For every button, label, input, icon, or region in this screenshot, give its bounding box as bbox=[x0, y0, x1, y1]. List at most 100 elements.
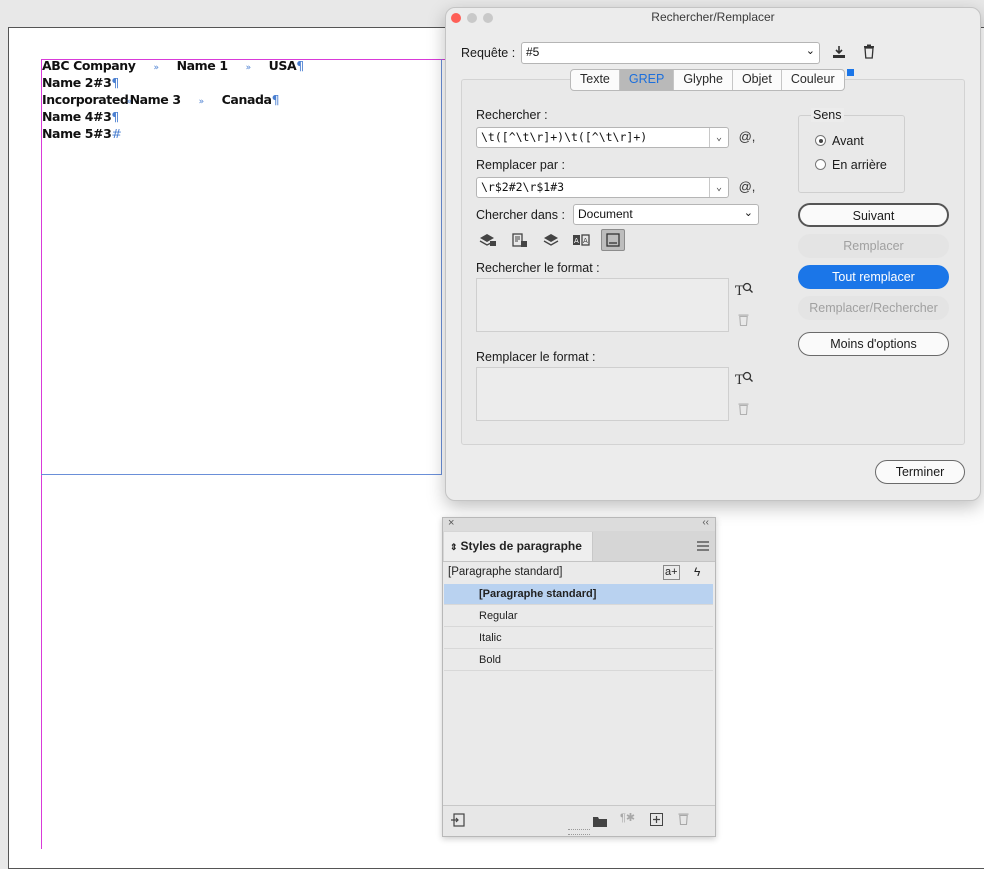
query-value: #5 bbox=[526, 45, 540, 59]
query-label: Requête : bbox=[461, 46, 516, 60]
doc-line-3[interactable]: Incorporated»Name 3 » Canada¶ bbox=[42, 92, 280, 109]
doc-cell: USA bbox=[268, 58, 297, 73]
search-mode-tabs: Texte GREP Glyphe Objet Couleur bbox=[570, 69, 845, 91]
new-style-icon[interactable] bbox=[650, 813, 663, 831]
doc-line-1[interactable]: ABC Company » Name 1 » USA¶ bbox=[42, 58, 304, 75]
specify-replace-format-icon[interactable]: T bbox=[735, 370, 753, 389]
panel-header[interactable]: × ‹‹ bbox=[443, 517, 715, 532]
style-item[interactable]: Regular bbox=[444, 606, 713, 627]
replace-field[interactable]: \r$2#2\r$1#3 ⌄ bbox=[476, 177, 729, 198]
special-characters-icon[interactable]: @, bbox=[737, 130, 757, 144]
tab-marker: » bbox=[245, 63, 252, 73]
search-in-select[interactable]: Document ⌄ bbox=[573, 204, 759, 225]
doc-cell: Name 5#3 bbox=[42, 126, 112, 141]
replace-find-button[interactable]: Remplacer/Rechercher bbox=[798, 296, 949, 320]
doc-line-5[interactable]: Name 5#3# bbox=[42, 126, 122, 143]
include-footnotes-icon[interactable] bbox=[601, 229, 625, 251]
svg-text:A: A bbox=[574, 237, 579, 245]
direction-label: Sens bbox=[811, 108, 844, 122]
search-in-label: Chercher dans : bbox=[476, 208, 565, 222]
tab-couleur[interactable]: Couleur bbox=[782, 70, 844, 90]
dialog-title: Rechercher/Remplacer bbox=[651, 10, 775, 24]
query-select[interactable]: #5 ⌄ bbox=[521, 42, 820, 64]
dialog-titlebar[interactable]: Rechercher/Remplacer bbox=[446, 8, 980, 28]
quick-apply-icon[interactable]: ϟ bbox=[694, 561, 700, 583]
save-query-icon[interactable] bbox=[831, 44, 847, 63]
close-icon[interactable]: × bbox=[448, 517, 454, 529]
doc-cell: Name 4#3 bbox=[42, 109, 112, 124]
tab-texte[interactable]: Texte bbox=[571, 70, 620, 90]
replace-label: Remplacer par : bbox=[476, 158, 565, 172]
folder-icon[interactable] bbox=[593, 814, 607, 832]
include-locked-stories-icon[interactable] bbox=[510, 231, 530, 249]
find-next-button[interactable]: Suivant bbox=[798, 203, 949, 227]
find-value: \t([^\t\r]+)\t([^\t\r]+) bbox=[481, 130, 648, 144]
backward-label: En arrière bbox=[832, 158, 887, 172]
doc-line-2[interactable]: Name 2#3¶ bbox=[42, 75, 119, 92]
include-master-pages-icon[interactable]: AA bbox=[571, 231, 591, 249]
doc-cell: Name 2#3 bbox=[42, 75, 112, 90]
clear-find-format-icon[interactable] bbox=[737, 313, 749, 329]
tab-objet[interactable]: Objet bbox=[733, 70, 782, 90]
fewer-options-button[interactable]: Moins d'options bbox=[798, 332, 949, 356]
style-item[interactable]: Italic bbox=[444, 628, 713, 649]
direction-group bbox=[798, 115, 905, 193]
panel-resize-marker bbox=[847, 69, 854, 76]
tab-grep[interactable]: GREP bbox=[619, 70, 675, 90]
doc-cell: Incorporated bbox=[42, 92, 129, 107]
doc-line-4[interactable]: Name 4#3¶ bbox=[42, 109, 119, 126]
load-styles-icon[interactable] bbox=[451, 813, 465, 832]
forward-radio[interactable] bbox=[815, 135, 826, 146]
tab-glyphe[interactable]: Glyphe bbox=[674, 70, 733, 90]
collapse-icon[interactable]: ‹‹ bbox=[702, 517, 709, 528]
current-style-label: [Paragraphe standard] bbox=[448, 566, 563, 578]
svg-text:A: A bbox=[583, 237, 588, 245]
pilcrow-mark: ¶ bbox=[111, 75, 119, 90]
replace-format-box[interactable] bbox=[476, 367, 729, 421]
find-format-box[interactable] bbox=[476, 278, 729, 332]
clear-overrides-icon[interactable]: ¶✱ bbox=[620, 811, 635, 824]
delete-query-icon[interactable] bbox=[862, 44, 876, 62]
style-item[interactable]: [Paragraphe standard] bbox=[444, 584, 713, 605]
chevron-down-icon: ⌄ bbox=[743, 207, 753, 219]
doc-cell: Name 3 bbox=[129, 92, 181, 107]
find-format-label: Rechercher le format : bbox=[476, 261, 600, 275]
clear-replace-format-icon[interactable] bbox=[737, 402, 749, 418]
replace-button[interactable]: Remplacer bbox=[798, 234, 949, 258]
panel-title: Styles de paragraphe bbox=[460, 539, 582, 553]
special-characters-icon[interactable]: @, bbox=[737, 180, 757, 194]
tab-marker: » bbox=[198, 97, 205, 107]
end-of-story-mark: # bbox=[111, 126, 122, 141]
updown-chevron-icon: ⇕ bbox=[450, 542, 458, 552]
current-style-bar: [Paragraphe standard] a+ ϟ bbox=[443, 561, 715, 584]
panel-menu-icon[interactable] bbox=[697, 538, 709, 556]
find-field[interactable]: \t([^\t\r]+)\t([^\t\r]+) ⌄ bbox=[476, 127, 729, 148]
forward-label: Avant bbox=[832, 134, 864, 148]
new-style-from-override-icon[interactable]: a+ bbox=[663, 565, 680, 580]
include-locked-layers-icon[interactable] bbox=[478, 231, 498, 249]
style-item[interactable]: Bold bbox=[444, 650, 713, 671]
tab-paragraph-styles[interactable]: ⇕ Styles de paragraphe bbox=[444, 532, 593, 561]
chevron-down-icon[interactable]: ⌄ bbox=[709, 178, 728, 197]
pilcrow-mark: ¶ bbox=[296, 58, 304, 73]
doc-cell: ABC Company bbox=[42, 58, 136, 73]
find-replace-dialog: Rechercher/Remplacer Requête : #5 ⌄ Text… bbox=[445, 7, 981, 501]
include-hidden-layers-icon[interactable] bbox=[541, 231, 561, 249]
minimize-window-button[interactable] bbox=[467, 13, 477, 23]
done-button[interactable]: Terminer bbox=[875, 460, 965, 484]
backward-radio[interactable] bbox=[815, 159, 826, 170]
replace-value: \r$2#2\r$1#3 bbox=[481, 180, 565, 194]
pilcrow-mark: ¶ bbox=[111, 109, 119, 124]
zoom-window-button[interactable] bbox=[483, 13, 493, 23]
chevron-down-icon[interactable]: ⌄ bbox=[709, 128, 728, 147]
pilcrow-mark: ¶ bbox=[271, 92, 280, 107]
close-window-button[interactable] bbox=[451, 13, 461, 23]
svg-text:T: T bbox=[735, 373, 744, 386]
doc-cell: Canada bbox=[221, 92, 272, 107]
doc-cell: Name 1 bbox=[176, 58, 228, 73]
find-label: Rechercher : bbox=[476, 108, 548, 122]
resize-grip[interactable] bbox=[568, 829, 590, 835]
replace-all-button[interactable]: Tout remplacer bbox=[798, 265, 949, 289]
specify-find-format-icon[interactable]: T bbox=[735, 281, 753, 300]
delete-style-icon[interactable] bbox=[678, 812, 689, 830]
